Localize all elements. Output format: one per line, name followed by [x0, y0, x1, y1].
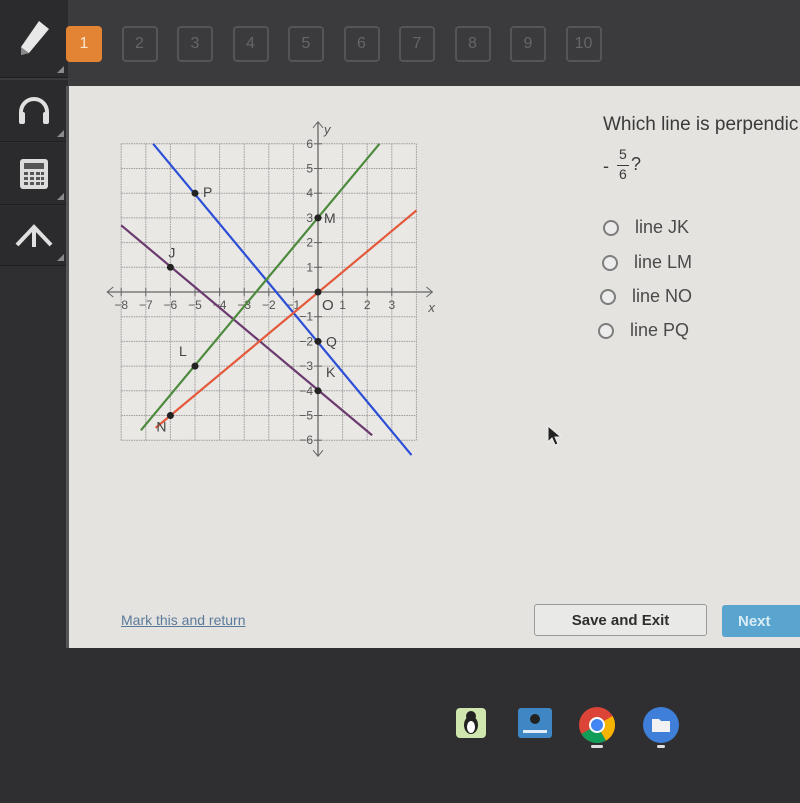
point-label-p: P [203, 184, 212, 200]
point-label-l: L [179, 343, 187, 359]
mark-and-return-link[interactable]: Mark this and return [121, 612, 246, 628]
y-tick-label: −4 [299, 384, 313, 398]
y-tick-label: −3 [299, 359, 313, 373]
point-label-j: J [168, 244, 175, 260]
question-text: Which line is perpendic [603, 114, 799, 135]
calculator-icon [20, 158, 48, 189]
calculator-tool-button[interactable] [0, 143, 68, 205]
y-axis-label: y [323, 122, 332, 137]
x-tick-label: 2 [364, 298, 371, 312]
mouse-cursor-icon [547, 424, 563, 446]
y-tick-label: −5 [299, 409, 313, 423]
point-label-n: N [156, 419, 166, 435]
question-mark: ? [631, 154, 642, 174]
x-axis-label: x [427, 300, 435, 315]
slope-denominator: 6 [619, 166, 627, 182]
option-label: line PQ [630, 320, 690, 340]
option-label: line NO [632, 286, 693, 306]
question-nav-4[interactable]: 4 [232, 26, 269, 62]
typing-app-icon[interactable] [518, 708, 552, 738]
option-line-lm[interactable]: line LM [602, 252, 692, 273]
radio-button[interactable] [598, 322, 614, 339]
option-line-jk[interactable]: line JK [603, 217, 689, 238]
reference-icon [15, 223, 53, 247]
option-line-no[interactable]: line NO [600, 286, 692, 307]
slope-numerator: 5 [619, 146, 627, 162]
y-tick-label: 2 [306, 236, 313, 250]
x-tick-label: −7 [139, 298, 153, 312]
pencil-tool-button[interactable] [0, 0, 68, 78]
x-tick-label: 1 [339, 298, 346, 312]
y-tick-label: 4 [306, 186, 313, 200]
y-tick-label: 6 [306, 137, 313, 151]
option-label: line LM [634, 252, 693, 272]
question-nav-9[interactable]: 9 [510, 26, 546, 62]
question-nav-5[interactable]: 5 [288, 26, 324, 62]
point-j [166, 263, 174, 271]
headphones-tool-button[interactable] [0, 80, 68, 142]
y-tick-label: −2 [299, 334, 313, 348]
question-nav-2[interactable]: 2 [121, 26, 158, 62]
question-nav-3[interactable]: 3 [177, 26, 213, 62]
option-label: line JK [635, 217, 690, 237]
question-nav-1[interactable]: 1 [66, 26, 102, 62]
y-tick-label: 3 [306, 211, 313, 225]
files-icon[interactable] [642, 706, 680, 744]
point-n [166, 412, 174, 419]
radio-button[interactable] [603, 219, 619, 236]
question-nav-8[interactable]: 8 [454, 26, 491, 62]
next-button[interactable]: Next [722, 605, 800, 637]
y-tick-label: 5 [306, 162, 313, 176]
radio-button[interactable] [602, 254, 618, 271]
x-tick-label: −2 [262, 298, 276, 312]
slope-sign: - [603, 156, 609, 176]
point-o [314, 288, 322, 296]
y-tick-label: 1 [306, 260, 313, 274]
save-and-exit-button[interactable]: Save and Exit [534, 604, 707, 636]
coordinate-graph: −8−7−6−5−4−3−2−1123−6−5−4−3−2−1123456xyO… [106, 121, 435, 457]
x-tick-label: −6 [164, 298, 178, 312]
x-tick-label: −8 [114, 298, 128, 312]
chrome-running-indicator [591, 745, 603, 748]
pencil-icon [21, 20, 49, 55]
point-l [191, 362, 199, 370]
point-p [191, 189, 199, 197]
point-m [314, 214, 322, 222]
x-tick-label: 3 [388, 298, 395, 312]
y-tick-label: −6 [299, 433, 313, 447]
option-line-pq[interactable]: line PQ [598, 320, 689, 341]
chrome-icon[interactable] [578, 706, 616, 744]
reference-tool-button[interactable] [0, 206, 68, 266]
point-label-q: Q [326, 333, 337, 349]
question-nav-6[interactable]: 6 [343, 26, 380, 62]
origin-label: O [322, 297, 334, 314]
point-q [314, 337, 322, 345]
penguin-app-icon[interactable] [456, 708, 486, 738]
files-running-indicator [657, 745, 665, 748]
point-label-k: K [326, 364, 336, 380]
x-tick-label: −5 [188, 298, 202, 312]
radio-button[interactable] [600, 288, 616, 305]
point-label-m: M [324, 210, 336, 226]
question-nav-10[interactable]: 10 [565, 26, 602, 62]
headphones-icon [19, 96, 49, 124]
point-k [314, 387, 322, 395]
question-nav-7[interactable]: 7 [399, 26, 435, 62]
